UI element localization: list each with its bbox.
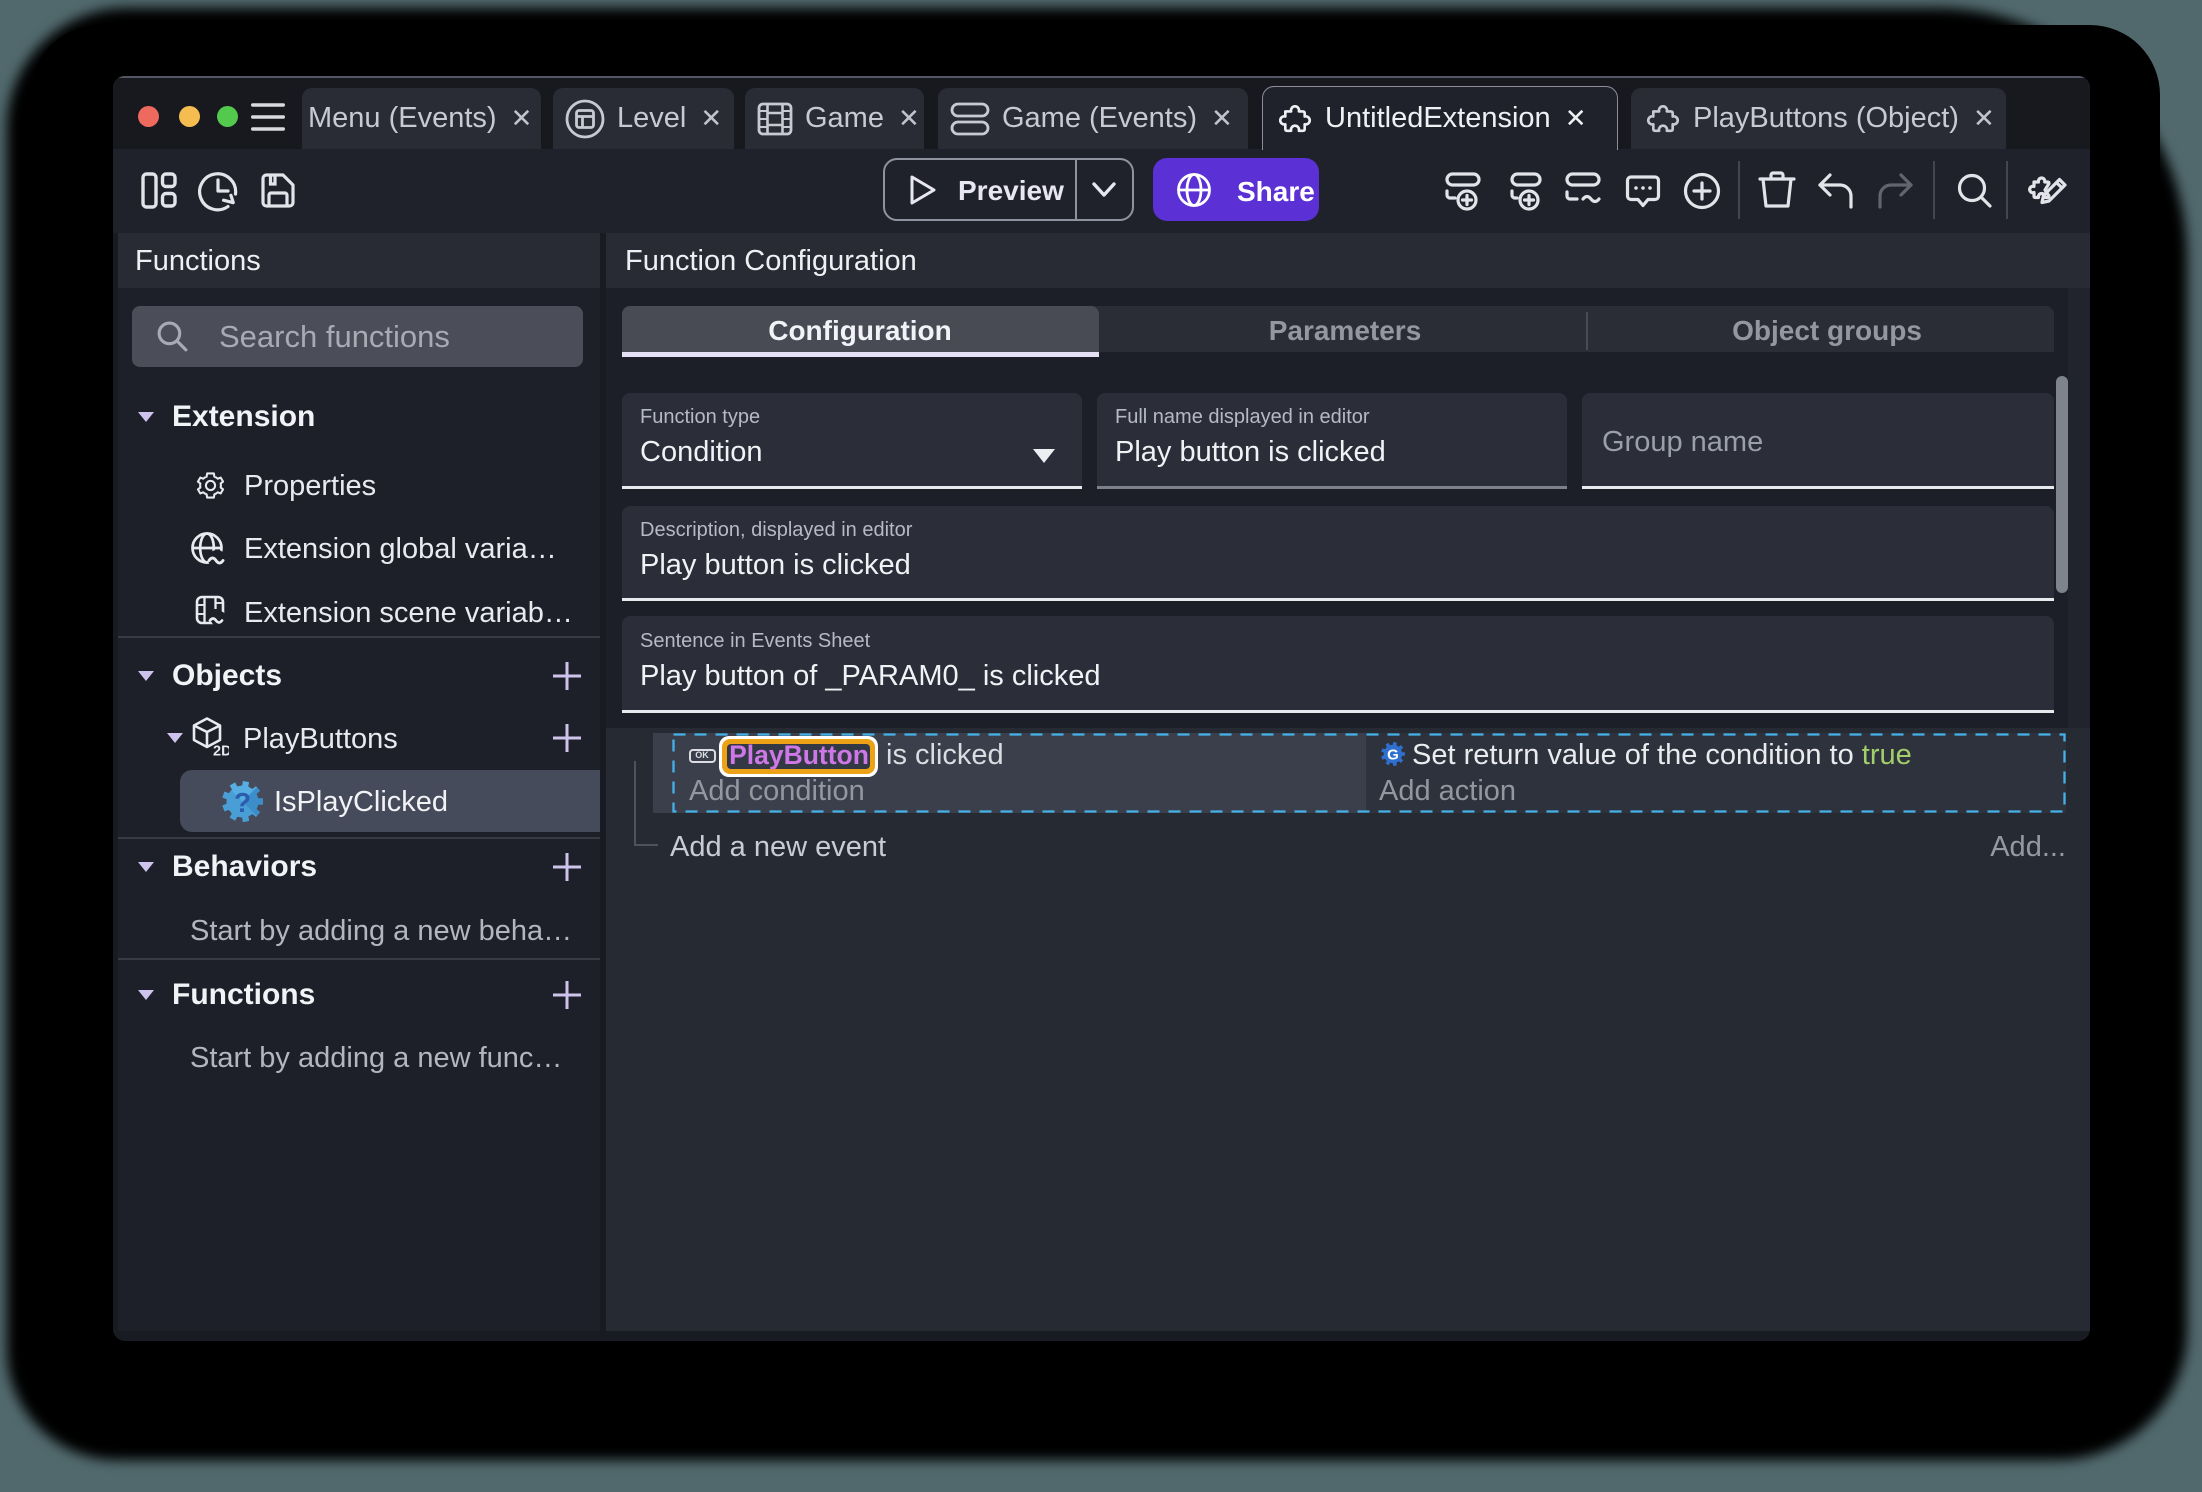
svg-text:G: G — [1387, 747, 1399, 764]
svg-text:2D: 2D — [213, 744, 229, 757]
svg-text:?: ? — [234, 787, 251, 818]
